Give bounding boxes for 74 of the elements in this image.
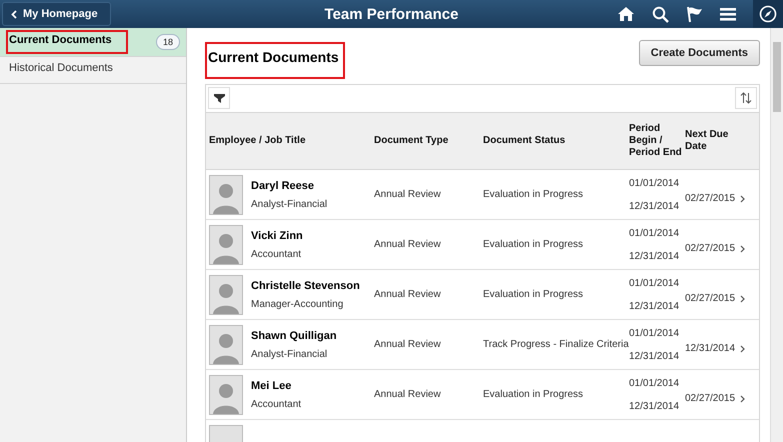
table-cell-text: 01/01/2014: [629, 278, 680, 288]
table-cell-text: 01/01/2014: [629, 178, 680, 188]
job-title: Accountant: [251, 248, 302, 260]
table-cell-text: Evaluation in Progress: [483, 389, 584, 400]
flag-icon[interactable]: [686, 6, 703, 22]
compass-button[interactable]: [753, 0, 783, 28]
table-cell-text: 12/31/2014: [629, 300, 680, 312]
table-cell-text: 12/31/2014: [629, 350, 680, 362]
table-row[interactable]: Mei Lee Accountant Annual Review Evaluation in Progress 01/01/2014 12/31/2014 02/27/2015: [206, 370, 759, 420]
table-cell-text: Annual Review: [374, 339, 442, 350]
table-cell: 02/27/2015: [685, 193, 736, 204]
table-cell-text: Annual Review: [374, 239, 442, 250]
chevron-left-icon: [11, 10, 17, 18]
table-cell-text: Evaluation in Progress: [483, 189, 584, 200]
job-title: Accountant: [251, 398, 302, 410]
sort-button[interactable]: [735, 87, 757, 109]
table-cell-text: 01/01/2014: [629, 328, 680, 338]
page-title: Team Performance: [324, 6, 458, 22]
avatar-placeholder: [209, 274, 243, 314]
column-header[interactable]: Next Due Date: [685, 129, 759, 153]
employee-name: Shawn Quilligan: [251, 330, 337, 342]
chevron-right-icon: [740, 344, 746, 352]
filter-icon: [214, 92, 224, 104]
count-badge: 18: [156, 34, 180, 50]
job-title: Manager-Accounting: [251, 298, 344, 310]
table-cell-text: Evaluation in Progress: [483, 239, 584, 250]
employee-name: Daryl Reese: [251, 180, 315, 192]
table-cell: Track Progress - Finalize Criteria: [483, 339, 629, 350]
column-header[interactable]: Document Status: [483, 135, 629, 147]
chevron-right-icon: [740, 244, 746, 252]
back-button[interactable]: My Homepage: [2, 2, 111, 26]
table-cell-text: Evaluation in Progress: [483, 289, 584, 300]
compass-icon: [759, 5, 777, 23]
table-row[interactable]: Christelle Stevenson Manager-Accounting Annual Review Evaluation in Progress 01/01/2014 12/31/2014 02/27/2015: [206, 270, 759, 320]
employee-name: Christelle Stevenson: [251, 280, 360, 292]
job-title: Analyst-Financial: [251, 198, 328, 210]
employee-name: Vicki Zinn: [251, 230, 303, 242]
section-title: Current Documents: [205, 42, 345, 79]
avatar-placeholder: [209, 374, 243, 414]
chevron-right-icon: [740, 394, 746, 402]
table-cell-text: 12/31/2014: [629, 400, 680, 412]
table-row[interactable]: Vicki Zinn Accountant Annual Review Evaluation in Progress 01/01/2014 12/31/2014 02/27/2015: [206, 220, 759, 270]
table-cell: 02/27/2015: [685, 393, 736, 404]
table-cell-text: Annual Review: [374, 189, 442, 200]
column-header[interactable]: Employee / Job Title: [206, 135, 374, 147]
table-cell-text: Annual Review: [374, 289, 442, 300]
table-cell: 02/27/2015: [685, 293, 736, 304]
column-header[interactable]: Period Begin / Period End: [629, 123, 685, 159]
search-icon[interactable]: [652, 6, 669, 22]
table-row[interactable]: Shawn Quilligan Analyst-Financial Annual Review Track Progress - Finalize Criteria 01/01/2014 12/31/2014 12/31/2014: [206, 320, 759, 370]
column-header[interactable]: Document Type: [374, 135, 483, 147]
table-cell: 12/31/2014: [685, 343, 736, 354]
avatar-placeholder: [209, 224, 243, 264]
table-cell-text: 12/31/2014: [629, 200, 680, 212]
sidebar-item[interactable]: Historical Documents: [0, 57, 186, 84]
avatar-placeholder: [209, 174, 243, 214]
table-cell: 02/27/2015: [685, 243, 736, 254]
table-cell-text: 01/01/2014: [629, 228, 680, 238]
table-cell-text: 01/01/2014: [629, 378, 680, 388]
table-row[interactable]: Daryl Reese Analyst-Financial Annual Review Evaluation in Progress 01/01/2014 12/31/2014 02/27/2015: [206, 170, 759, 220]
job-title: Analyst-Financial: [251, 348, 328, 360]
table-cell-text: Annual Review: [374, 389, 442, 400]
avatar-placeholder: [209, 324, 243, 364]
chevron-right-icon: [740, 194, 746, 202]
employee-name: Mei Lee: [251, 380, 292, 392]
sidebar-item[interactable]: Current Documents 18: [0, 28, 186, 57]
menu-icon[interactable]: [720, 7, 736, 21]
create-documents-button[interactable]: Create Documents: [638, 40, 760, 66]
scrollbar[interactable]: [770, 28, 783, 442]
sort-icon: [740, 92, 752, 104]
chevron-right-icon: [740, 294, 746, 302]
filter-button[interactable]: [208, 87, 230, 109]
home-icon[interactable]: [617, 6, 635, 22]
table-cell-text: 12/31/2014: [629, 250, 680, 262]
